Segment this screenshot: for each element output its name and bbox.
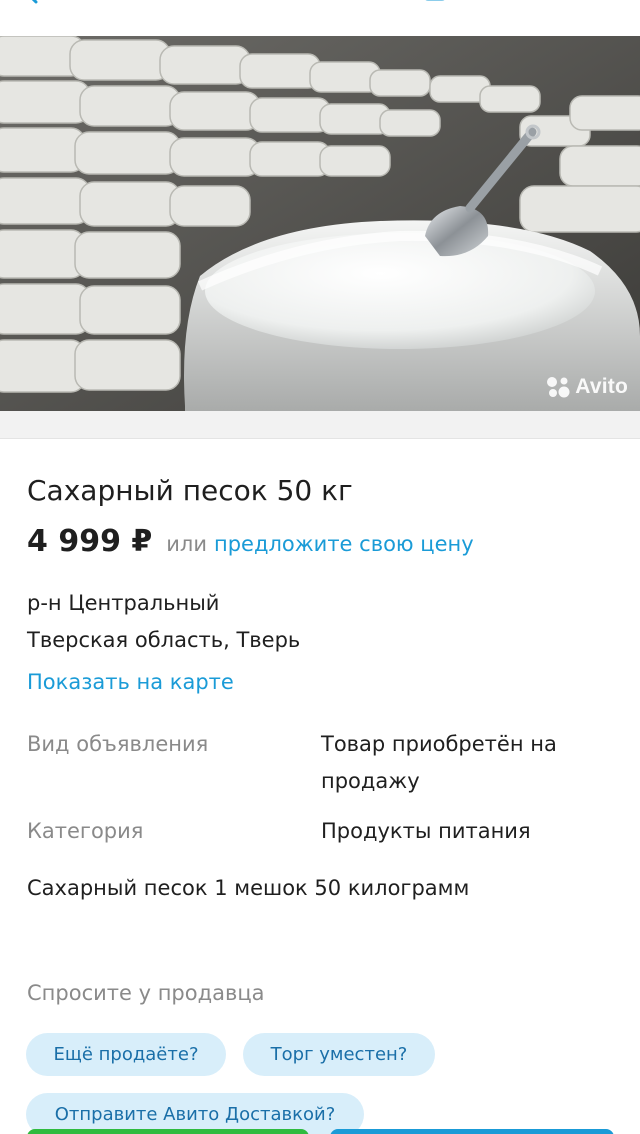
quick-question-chip[interactable]: Отправите Авито Доставкой? xyxy=(26,1093,364,1134)
quick-question-chip[interactable]: Торг уместен? xyxy=(243,1033,435,1076)
price: 4 999 ₽ xyxy=(27,524,153,559)
avito-watermark: Avito xyxy=(545,375,628,399)
listing-screen: Avito Сахарный песок 50 кг 4 999 ₽ или п… xyxy=(0,0,640,1134)
back-arrow-icon[interactable] xyxy=(24,0,50,8)
ask-seller-title: Спросите у продавца xyxy=(27,981,265,1005)
app-bar xyxy=(0,0,640,36)
gallery-strip xyxy=(0,411,640,439)
offer-price-link[interactable]: предложите свою цену xyxy=(214,532,474,556)
quick-question-chip[interactable]: Ещё продаёте? xyxy=(26,1033,226,1076)
param-label-ad-type: Вид объявления xyxy=(27,732,209,756)
watermark-text: Avito xyxy=(575,375,628,398)
listing-title: Сахарный песок 50 кг xyxy=(27,474,353,507)
price-or-label: или xyxy=(166,532,207,556)
share-icon[interactable] xyxy=(510,0,536,8)
favorite-heart-icon[interactable] xyxy=(583,0,609,8)
address-region-city: Тверская область, Тверь xyxy=(27,628,301,652)
call-button[interactable] xyxy=(27,1129,309,1134)
show-on-map-link[interactable]: Показать на карте xyxy=(27,670,234,694)
param-label-category: Категория xyxy=(27,819,144,843)
listing-description: Сахарный песок 1 мешок 50 килограмм xyxy=(27,876,470,900)
param-value-category: Продукты питания xyxy=(321,819,531,843)
avito-logo-icon xyxy=(547,377,570,398)
note-icon[interactable] xyxy=(422,0,448,8)
write-message-button[interactable] xyxy=(330,1129,614,1134)
address-district: р-н Центральный xyxy=(27,591,220,615)
param-value-ad-type: Товар приобретён на продажу xyxy=(321,732,557,793)
price-row: 4 999 ₽ или предложите свою цену xyxy=(27,524,474,559)
listing-photo[interactable]: Avito xyxy=(0,36,640,411)
